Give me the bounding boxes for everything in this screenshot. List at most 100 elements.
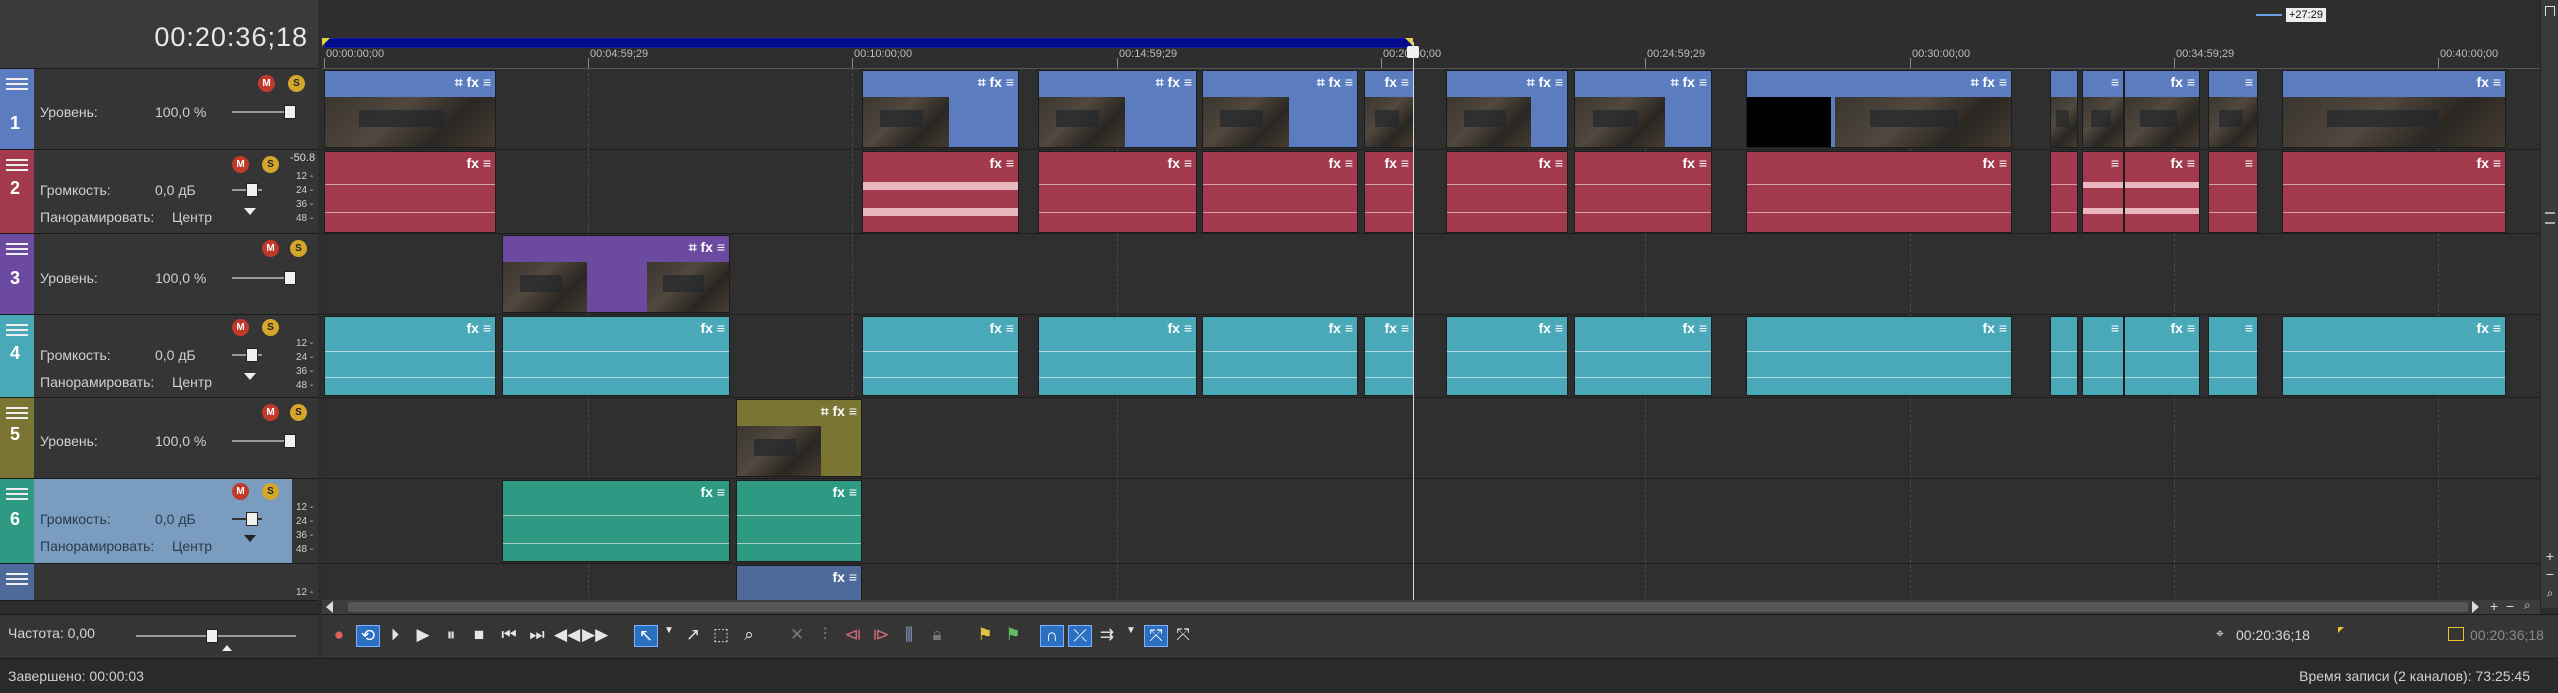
audio-clip[interactable]: fx ≡ — [2124, 151, 2200, 233]
rate-slider[interactable] — [136, 629, 296, 643]
clip-controls-icon[interactable]: ⌗ fx ≡ — [1671, 74, 1707, 91]
clip-controls-icon[interactable]: ≡ — [2111, 320, 2119, 336]
clip-controls-icon[interactable]: fx ≡ — [2476, 74, 2501, 90]
clip-controls-icon[interactable]: fx ≡ — [2476, 320, 2501, 336]
audio-clip[interactable]: fx ≡ — [324, 316, 496, 396]
clip-controls-icon[interactable]: fx ≡ — [2476, 155, 2501, 171]
audio-clip[interactable]: fx ≡ — [1202, 151, 1358, 233]
video-clip[interactable]: ⌗ fx ≡ — [1574, 70, 1712, 148]
clip-controls-icon[interactable]: fx ≡ — [2170, 74, 2195, 90]
edit-tool-dropdown-icon[interactable]: ▼ — [658, 625, 680, 636]
audio-clip[interactable]: fx ≡ — [1746, 151, 2012, 233]
ripple-edit-icon[interactable]: ⇉ — [1096, 625, 1118, 645]
clip-controls-icon[interactable]: fx ≡ — [1384, 320, 1409, 336]
video-clip[interactable]: ≡ — [2082, 70, 2124, 148]
clip-controls-icon[interactable]: fx ≡ — [1538, 320, 1563, 336]
zoom-in-horizontal-button[interactable]: + — [2490, 598, 2498, 614]
audio-clip[interactable]: ≡ — [2208, 151, 2258, 233]
mute-icon[interactable]: M — [232, 156, 249, 173]
clip-controls-icon[interactable]: ⌗ fx ≡ — [1527, 74, 1563, 91]
level-slider[interactable] — [232, 271, 296, 285]
pause-icon[interactable]: ⏸ — [440, 625, 462, 645]
audio-clip[interactable]: fx ≡ — [1574, 151, 1712, 233]
audio-clip[interactable]: fx ≡ — [1574, 316, 1712, 396]
trim-start-icon[interactable]: ⧏ — [842, 625, 864, 645]
audio-clip[interactable]: fx ≡ — [1446, 151, 1568, 233]
clip-controls-icon[interactable]: ≡ — [2245, 320, 2253, 336]
slider-thumb[interactable] — [284, 271, 296, 285]
stop-icon[interactable]: ■ — [468, 625, 490, 645]
clip-controls-icon[interactable]: ⌗ fx ≡ — [978, 74, 1014, 91]
snapping-icon[interactable]: ∩ — [1040, 625, 1064, 647]
scroll-left-arrow-icon[interactable] — [326, 601, 333, 613]
clip-controls-icon[interactable]: fx ≡ — [1682, 155, 1707, 171]
solo-icon[interactable]: S — [288, 75, 305, 92]
video-clip[interactable]: ⌗ fx ≡ — [1038, 70, 1197, 148]
audio-clip[interactable]: fx ≡ — [1746, 316, 2012, 396]
mute-icon[interactable]: M — [262, 404, 279, 421]
level-value[interactable]: 100,0 % — [155, 433, 206, 449]
solo-icon[interactable]: S — [290, 240, 307, 257]
solo-icon[interactable]: S — [262, 156, 279, 173]
video-clip[interactable]: fx ≡ — [2124, 70, 2200, 148]
play-from-start-icon[interactable]: ⏵ — [384, 625, 406, 645]
video-clip[interactable]: fx ≡ — [736, 565, 862, 601]
clip-controls-icon[interactable]: fx ≡ — [1982, 155, 2007, 171]
play-icon[interactable]: ▶ — [412, 625, 434, 645]
video-clip[interactable]: fx ≡ — [2282, 70, 2506, 148]
clip-controls-icon[interactable]: ⌗ fx ≡ — [1156, 74, 1192, 91]
clip-controls-icon[interactable]: ⌗ fx ≡ — [1971, 74, 2007, 91]
audio-clip[interactable] — [2050, 151, 2078, 233]
volume-slider[interactable] — [232, 512, 262, 526]
clip-controls-icon[interactable]: fx ≡ — [700, 320, 725, 336]
solo-icon[interactable]: S — [290, 404, 307, 421]
level-slider[interactable] — [232, 105, 296, 119]
track-menu-icon[interactable] — [6, 156, 28, 172]
slider-thumb[interactable] — [284, 105, 296, 119]
selection-tool-icon[interactable]: ⬚ — [710, 625, 732, 645]
previous-frame-icon[interactable]: ◀◀ — [554, 625, 580, 645]
audio-clip[interactable]: fx ≡ — [2282, 151, 2506, 233]
clip-controls-icon[interactable]: fx ≡ — [466, 320, 491, 336]
clip-controls-icon[interactable]: fx ≡ — [700, 484, 725, 500]
video-clip[interactable]: ⌗ fx ≡ — [324, 70, 496, 148]
zoom-out-horizontal-button[interactable]: − — [2506, 598, 2514, 614]
clip-controls-icon[interactable]: fx ≡ — [1982, 320, 2007, 336]
clip-controls-icon[interactable]: fx ≡ — [989, 155, 1014, 171]
track-header-3[interactable]: 3 M S Уровень: 100,0 % — [0, 234, 318, 315]
video-clip[interactable]: ⌗ fx ≡ — [1746, 70, 2012, 148]
track-header-1[interactable]: 1 M S Уровень: 100,0 % — [0, 69, 318, 150]
volume-slider[interactable] — [232, 348, 262, 362]
clip-controls-icon[interactable]: ⌗ fx ≡ — [1317, 74, 1353, 91]
solo-icon[interactable]: S — [262, 319, 279, 336]
pan-dropdown-arrow[interactable] — [244, 373, 256, 380]
clip-controls-icon[interactable]: ≡ — [2245, 74, 2253, 90]
track-header-2[interactable]: 2 M S -50.8 Громкость: 0,0 дБ Панорамиро… — [0, 150, 318, 234]
zoom-tool-horizontal-icon[interactable]: ⌕ — [2524, 598, 2531, 613]
clip-controls-icon[interactable]: ≡ — [2111, 74, 2119, 90]
audio-clip[interactable]: fx ≡ — [1364, 316, 1414, 396]
audio-clip[interactable]: fx ≡ — [862, 151, 1019, 233]
slider-thumb[interactable] — [206, 629, 218, 643]
scroll-right-arrow-icon[interactable] — [2472, 601, 2479, 613]
clip-controls-icon[interactable]: ⌗ fx ≡ — [689, 239, 725, 256]
slider-thumb[interactable] — [246, 512, 258, 526]
slider-thumb[interactable] — [246, 183, 258, 197]
clip-controls-icon[interactable]: fx ≡ — [832, 569, 857, 585]
track-header-5[interactable]: 5 M S Уровень: 100,0 % — [0, 398, 318, 479]
ignore-grouping-icon[interactable]: ⤧ — [1172, 625, 1194, 645]
track-header-7[interactable]: 12 - — [0, 564, 318, 601]
video-clip[interactable]: ⌗ fx ≡ — [862, 70, 1019, 148]
clip-controls-icon[interactable]: fx ≡ — [2170, 320, 2195, 336]
track-menu-icon[interactable] — [6, 570, 28, 586]
audio-clip[interactable]: fx ≡ — [1038, 316, 1197, 396]
zoom-tool-icon[interactable]: ⌕ — [738, 625, 760, 645]
clip-controls-icon[interactable]: fx ≡ — [1328, 155, 1353, 171]
playhead-cursor[interactable] — [1413, 42, 1414, 608]
zoom-out-vertical-button[interactable]: − — [2543, 566, 2557, 582]
audio-clip[interactable]: ≡ — [2082, 316, 2124, 396]
loop-end-handle[interactable] — [1405, 38, 1413, 46]
clip-controls-icon[interactable]: ⌗ fx ≡ — [455, 74, 491, 91]
track-menu-icon[interactable] — [6, 240, 28, 256]
mute-icon[interactable]: M — [232, 319, 249, 336]
